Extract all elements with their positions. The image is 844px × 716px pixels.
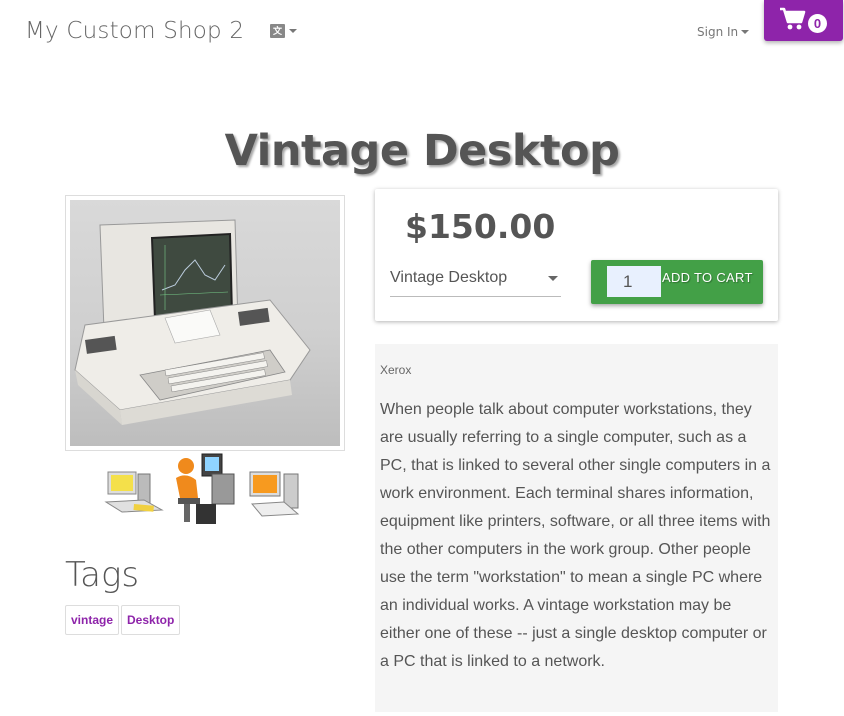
product-description-panel: Xerox When people talk about computer wo… bbox=[375, 344, 778, 712]
product-main-image[interactable] bbox=[65, 195, 345, 451]
thumbnail-computer-orange[interactable] bbox=[248, 468, 304, 520]
tag-vintage[interactable]: vintage bbox=[65, 605, 120, 635]
vintage-desktop-image bbox=[74, 219, 311, 425]
quantity-input[interactable] bbox=[607, 266, 661, 297]
shop-brand[interactable]: My Custom Shop 2 bbox=[25, 18, 244, 44]
variant-selected-value: Vintage Desktop bbox=[390, 269, 508, 286]
cart-count-badge: 0 bbox=[808, 14, 827, 33]
price-card: $150.00 Vintage Desktop ADD TO CART bbox=[375, 189, 778, 321]
thumbnail-person-at-computer[interactable] bbox=[172, 452, 238, 526]
product-price: $150.00 bbox=[405, 207, 556, 246]
sign-in-menu[interactable]: Sign In bbox=[697, 25, 750, 39]
language-selector[interactable]: 文 bbox=[270, 24, 297, 38]
product-title: Vintage Desktop bbox=[224, 126, 620, 176]
sign-in-label: Sign In bbox=[697, 25, 739, 39]
product-thumbnails bbox=[104, 452, 304, 528]
add-to-cart-button[interactable]: ADD TO CART bbox=[591, 260, 763, 304]
thumbnail-computer-yellow[interactable] bbox=[104, 468, 164, 516]
add-to-cart-label: ADD TO CART bbox=[662, 270, 753, 285]
chevron-down-icon bbox=[741, 30, 750, 34]
chevron-down-icon bbox=[548, 276, 558, 281]
cart-button[interactable]: 0 bbox=[764, 0, 843, 41]
shopping-cart-icon bbox=[780, 7, 806, 30]
tag-desktop[interactable]: Desktop bbox=[121, 605, 181, 635]
translate-icon: 文 bbox=[270, 24, 285, 38]
product-description: When people talk about computer workstat… bbox=[380, 401, 771, 670]
variant-select[interactable]: Vintage Desktop bbox=[390, 265, 561, 297]
tags-heading: Tags bbox=[65, 555, 140, 595]
chevron-down-icon bbox=[289, 29, 297, 33]
product-vendor: Xerox bbox=[380, 363, 412, 377]
